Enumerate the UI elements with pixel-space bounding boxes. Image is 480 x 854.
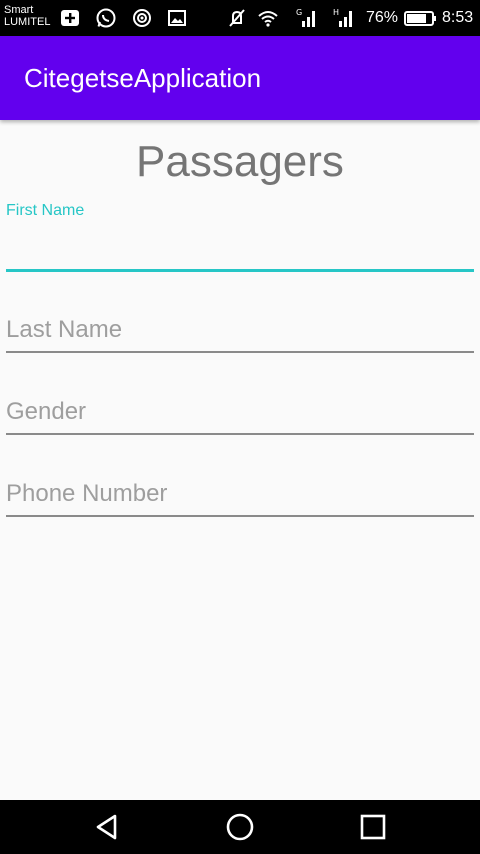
passagers-form: Passagers First Name Last Name Gender Ph…	[0, 120, 480, 800]
carrier-line-2: LUMITEL	[4, 16, 51, 28]
gender-field[interactable]: Gender	[6, 394, 474, 436]
first-name-label: First Name	[6, 202, 85, 219]
page-title: Passagers	[136, 137, 344, 186]
first-name-field[interactable]: First Name	[6, 202, 474, 274]
mute-icon	[226, 7, 248, 29]
signal-h-icon: H	[333, 7, 355, 29]
phone-number-field[interactable]: Phone Number	[6, 476, 474, 518]
back-icon[interactable]	[91, 811, 123, 843]
gender-input[interactable]	[6, 396, 474, 428]
carrier-line-1: Smart	[4, 4, 34, 16]
phone-number-underline	[6, 515, 474, 517]
signal-g-icon: G	[296, 7, 318, 29]
network-g-label: G	[296, 8, 302, 17]
clock: 8:53	[442, 9, 474, 26]
app-title: CitegetseApplication	[24, 63, 262, 93]
recents-icon[interactable]	[357, 811, 389, 843]
home-icon[interactable]	[224, 811, 256, 843]
phone-number-input[interactable]	[6, 478, 474, 510]
app-bar: CitegetseApplication	[0, 36, 480, 120]
last-name-field[interactable]: Last Name	[6, 312, 474, 354]
network-h-label: H	[333, 8, 339, 17]
whatsapp-icon	[95, 7, 117, 29]
last-name-underline	[6, 351, 474, 353]
add-box-icon	[59, 7, 81, 29]
battery-icon	[404, 7, 438, 29]
first-name-underline	[6, 269, 474, 272]
image-icon	[166, 7, 188, 29]
gender-underline	[6, 433, 474, 435]
status-bar: Smart LUMITEL G H 76% 8:53	[0, 0, 480, 36]
battery-percent: 76%	[366, 9, 399, 26]
first-name-input[interactable]	[6, 232, 474, 264]
wifi-icon	[257, 7, 279, 29]
radar-icon	[131, 7, 153, 29]
carrier-label: Smart LUMITEL	[4, 4, 50, 28]
navigation-bar	[0, 800, 480, 854]
last-name-input[interactable]	[6, 314, 474, 346]
